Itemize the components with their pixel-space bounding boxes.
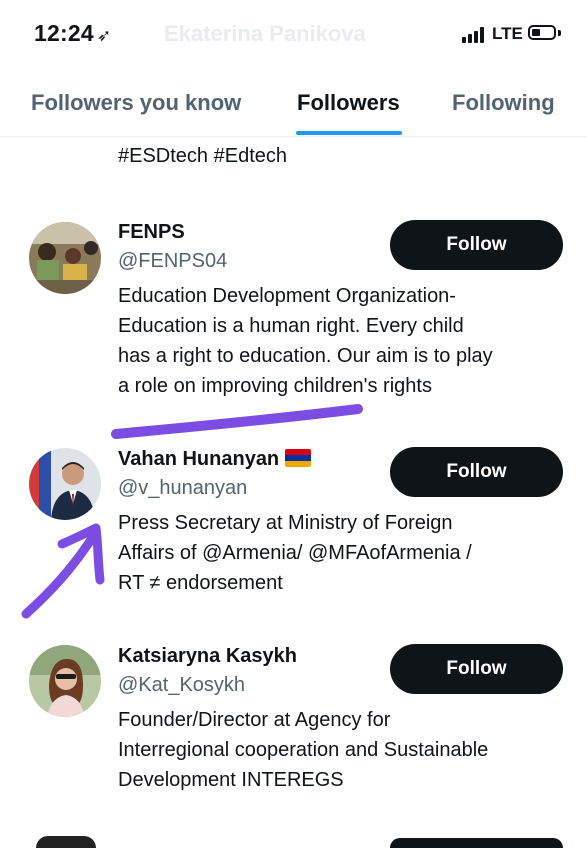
user-handle[interactable]: @Kat_Kosykh [118,674,245,697]
avatar[interactable] [29,645,101,717]
user-display-name[interactable]: Vahan Hunanyan [118,448,312,471]
clock-time: 12:24 [34,20,94,46]
bio-line: Development INTEREGS [118,769,344,791]
next-row-avatar-partial [36,836,96,848]
user-handle[interactable]: @v_hunanyan [118,477,247,500]
location-icon: ➶ [96,26,112,45]
bio-line: Press Secretary at Ministry of Foreign [118,512,453,534]
bio-line: has a right to education. Our aim is to … [118,345,493,367]
bio-line: Education is a human right. Every child [118,315,464,337]
user-display-name[interactable]: Katsiaryna Kasykh [118,645,297,668]
tab-followers-you-know[interactable]: Followers you know [31,90,241,116]
user-row-vahan-hunanyan[interactable]: Vahan Hunanyan @v_hunanyan Follow Press … [0,446,587,606]
previous-user-bio-fragment: #ESDtech #Edtech [118,145,287,167]
tab-following[interactable]: Following [452,90,555,116]
cellular-signal-icon [462,27,488,43]
battery-icon [528,25,556,40]
active-tab-indicator [296,131,402,135]
user-display-name-text: Vahan Hunanyan [118,448,280,470]
bio-line: Founder/Director at Agency for [118,709,391,731]
bio-line: a role on improving children's rights [118,375,432,397]
user-row-katsiaryna-kasykh[interactable]: Katsiaryna Kasykh @Kat_Kosykh Follow Fou… [0,643,587,803]
tab-followers[interactable]: Followers [297,90,400,116]
armenia-flag-icon [285,449,312,467]
user-display-name[interactable]: FENPS [118,221,185,244]
user-bio: Press Secretary at Ministry of Foreign A… [118,508,568,598]
tab-bar: Followers you know Followers Following [0,66,587,137]
bio-line: Interregional cooperation and Sustainabl… [118,739,489,761]
avatar-photo-icon [29,645,101,717]
bio-line: Education Development Organization- [118,285,456,307]
bio-line: RT ≠ endorsement [118,572,283,594]
status-bar: 12:24 ➶ Ekaterina Panikova LTE [0,0,587,66]
follow-button[interactable]: Follow [390,644,563,694]
user-bio: Founder/Director at Agency for Interregi… [118,705,568,795]
faded-profile-title: Ekaterina Panikova [164,21,366,46]
user-handle[interactable]: @FENPS04 [118,250,227,273]
network-type: LTE [492,24,523,43]
avatar-photo-icon [29,448,101,520]
user-bio: Education Development Organization- Educ… [118,281,568,401]
bio-line: Affairs of @Armenia/ @MFAofArmenia / [118,542,472,564]
next-row-follow-button-partial [390,838,563,848]
follow-button[interactable]: Follow [390,447,563,497]
clock: 12:24 ➶ [34,20,111,47]
avatar[interactable] [29,448,101,520]
avatar-photo-icon [29,222,101,294]
avatar[interactable] [29,222,101,294]
purple-underline-stroke [111,404,363,439]
follow-button[interactable]: Follow [390,220,563,270]
user-row-fenps[interactable]: FENPS @FENPS04 Follow Education Developm… [0,218,587,408]
battery-tip [558,30,561,36]
